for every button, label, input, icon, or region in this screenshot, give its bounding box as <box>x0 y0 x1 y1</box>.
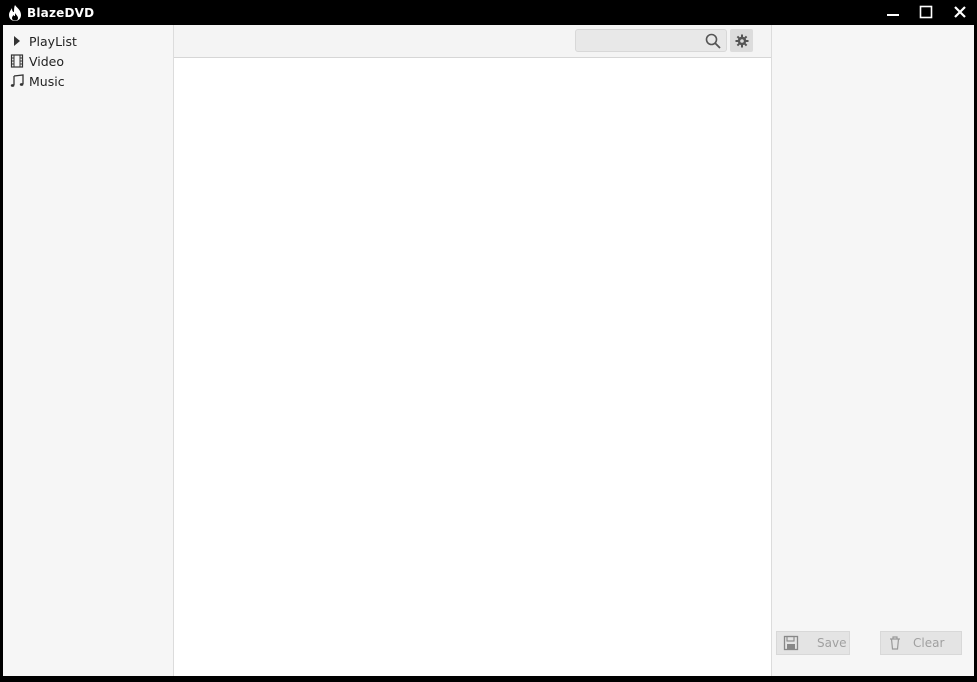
music-note-icon <box>9 73 25 89</box>
app-title: BlazeDVD <box>27 6 95 20</box>
main-frame: PlayList Video Music Save Clear <box>3 25 974 676</box>
minimize-icon <box>887 14 899 16</box>
search-input[interactable] <box>580 32 704 51</box>
sidebar-item-playlist[interactable]: PlayList <box>9 32 77 50</box>
sidebar-item-video[interactable]: Video <box>9 52 64 70</box>
film-icon <box>9 53 25 69</box>
clear-label: Clear <box>913 636 945 650</box>
clear-icon <box>890 636 900 650</box>
sidebar-item-label: PlayList <box>29 33 77 49</box>
library-main-panel <box>174 25 772 676</box>
save-label: Save <box>817 636 847 650</box>
flame-logo-icon <box>9 5 21 21</box>
minimize-button[interactable] <box>881 2 905 22</box>
gear-icon <box>735 34 748 47</box>
library-toolbar <box>174 25 771 58</box>
library-list-area[interactable] <box>174 58 771 676</box>
save-button[interactable]: Save <box>776 631 850 655</box>
clear-button[interactable]: Clear <box>880 631 962 655</box>
maximize-icon <box>919 5 933 19</box>
maximize-button[interactable] <box>914 2 938 22</box>
floppy-disk-icon <box>783 635 799 651</box>
sidebar-item-label: Music <box>29 73 65 89</box>
title-bar: BlazeDVD <box>0 0 977 25</box>
play-triangle-icon <box>9 33 25 49</box>
sidebar-item-music[interactable]: Music <box>9 72 65 90</box>
settings-button[interactable] <box>730 29 753 52</box>
search-box[interactable] <box>575 29 727 52</box>
search-icon[interactable] <box>704 32 722 50</box>
close-button[interactable] <box>948 2 972 22</box>
sidebar-item-label: Video <box>29 53 65 69</box>
details-panel: Save Clear <box>772 25 974 676</box>
app-logo: BlazeDVD <box>6 3 94 23</box>
close-icon <box>954 6 966 18</box>
library-sidebar: PlayList Video Music <box>3 25 174 676</box>
